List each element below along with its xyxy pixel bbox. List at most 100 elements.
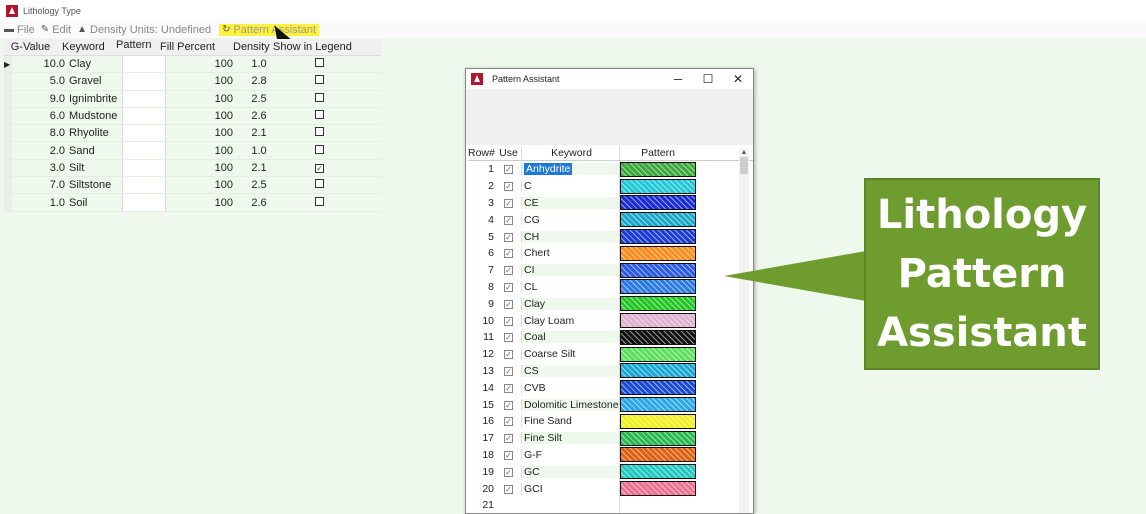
legend-checkbox[interactable]: [315, 127, 324, 137]
cell-pattern[interactable]: [122, 107, 166, 125]
cell-keyword[interactable]: Fine Silt: [521, 432, 619, 445]
cell-fill-percent[interactable]: 100: [166, 58, 237, 70]
cell-pattern[interactable]: [619, 194, 696, 212]
use-checkbox[interactable]: ✓: [504, 266, 513, 276]
row-selector[interactable]: [4, 159, 12, 177]
col-pattern[interactable]: Pattern: [619, 146, 696, 160]
col-keyword[interactable]: Keyword: [521, 147, 619, 159]
cell-pattern[interactable]: [619, 278, 696, 296]
cell-keyword-text[interactable]: CS: [524, 365, 539, 377]
cell-keyword-text[interactable]: Dolomitic Limestone: [524, 399, 619, 411]
maximize-button[interactable]: ☐: [693, 72, 723, 86]
cell-use[interactable]: ✓: [496, 231, 521, 243]
cell-keyword[interactable]: Anhydrite: [521, 163, 619, 176]
cell-g-value[interactable]: 3.0: [12, 162, 68, 174]
cell-keyword[interactable]: CI: [521, 264, 619, 277]
pattern-swatch[interactable]: [620, 178, 696, 194]
cell-density[interactable]: 2.5: [237, 179, 281, 191]
cell-keyword-text[interactable]: CL: [524, 281, 537, 293]
pattern-swatch[interactable]: [620, 447, 696, 463]
cell-pattern[interactable]: [619, 480, 696, 497]
cell-pattern[interactable]: [619, 161, 696, 178]
cell-fill-percent[interactable]: 100: [166, 110, 237, 122]
cell-keyword[interactable]: Coarse Silt: [521, 348, 619, 361]
cell-use[interactable]: ✓: [496, 180, 521, 192]
table-row[interactable]: 20 ✓ GCI: [468, 480, 753, 497]
row-selector[interactable]: [4, 73, 12, 90]
pattern-swatch[interactable]: [620, 413, 696, 429]
col-pattern[interactable]: Pattern: [114, 39, 158, 55]
cell-keyword[interactable]: Soil: [68, 197, 122, 209]
cell-g-value[interactable]: 6.0: [12, 110, 68, 122]
use-checkbox[interactable]: ✓: [504, 434, 513, 444]
table-row[interactable]: 18 ✓ G-F: [468, 446, 753, 464]
pattern-swatch[interactable]: [620, 430, 696, 446]
cell-pattern[interactable]: [122, 90, 166, 107]
legend-checkbox[interactable]: [315, 179, 324, 189]
table-row[interactable]: 9 ✓ Clay: [468, 295, 753, 313]
cell-keyword[interactable]: Siltstone: [68, 179, 122, 191]
use-checkbox[interactable]: ✓: [504, 215, 513, 225]
cell-keyword[interactable]: Rhyolite: [68, 127, 122, 139]
legend-checkbox[interactable]: [315, 110, 324, 120]
cell-density[interactable]: 1.0: [237, 58, 281, 70]
cell-keyword-text[interactable]: Chert: [524, 247, 550, 259]
col-fill-percent[interactable]: Fill Percent: [158, 41, 229, 53]
cell-show-in-legend[interactable]: [281, 110, 381, 122]
table-row[interactable]: 5.0 Gravel 100 2.8: [4, 73, 381, 91]
col-use[interactable]: Use: [496, 147, 521, 159]
cell-density[interactable]: 2.5: [237, 93, 281, 105]
pattern-swatch[interactable]: [620, 195, 696, 211]
cell-keyword[interactable]: Clay: [68, 58, 122, 70]
row-selector[interactable]: ▶: [4, 56, 12, 73]
pattern-swatch[interactable]: [620, 161, 696, 177]
pattern-swatch[interactable]: [620, 279, 696, 295]
table-row[interactable]: 4 ✓ CG: [468, 211, 753, 229]
cell-keyword-text[interactable]: Clay: [524, 298, 545, 310]
cell-pattern[interactable]: [619, 244, 696, 262]
cell-keyword[interactable]: Mudstone: [68, 110, 122, 122]
cell-keyword-text[interactable]: CI: [524, 264, 535, 276]
cell-pattern[interactable]: [619, 295, 696, 313]
cell-g-value[interactable]: 5.0: [12, 75, 68, 87]
pattern-swatch[interactable]: [620, 363, 696, 379]
cell-pattern[interactable]: [619, 345, 696, 363]
cell-show-in-legend[interactable]: [281, 144, 381, 157]
cell-use[interactable]: ✓: [496, 315, 521, 327]
cell-keyword[interactable]: Silt: [68, 162, 122, 174]
cell-use[interactable]: ✓: [496, 197, 521, 209]
cell-density[interactable]: 2.6: [237, 110, 281, 122]
table-row[interactable]: 17 ✓ Fine Silt: [468, 429, 753, 447]
cell-keyword-text[interactable]: CE: [524, 197, 539, 209]
cell-keyword[interactable]: G-F: [521, 448, 619, 461]
table-row[interactable]: 14 ✓ CVB: [468, 379, 753, 397]
use-checkbox[interactable]: ✓: [504, 484, 513, 494]
cell-density[interactable]: 2.1: [237, 127, 281, 139]
cell-density[interactable]: 2.1: [237, 162, 281, 174]
pattern-swatch[interactable]: [620, 212, 696, 228]
cell-pattern[interactable]: [122, 142, 166, 159]
cell-use[interactable]: ✓: [496, 466, 521, 478]
legend-checkbox[interactable]: [315, 196, 324, 206]
cell-fill-percent[interactable]: 100: [166, 93, 237, 105]
cell-use[interactable]: ✓: [496, 483, 521, 495]
cell-pattern[interactable]: [619, 446, 696, 464]
cell-g-value[interactable]: 1.0: [12, 197, 68, 209]
col-keyword[interactable]: Keyword: [60, 41, 114, 53]
pattern-swatch[interactable]: [620, 380, 696, 396]
table-row[interactable]: 2 ✓ C: [468, 177, 753, 195]
cell-show-in-legend[interactable]: [281, 75, 381, 87]
table-row[interactable]: 10 ✓ Clay Loam: [468, 312, 753, 329]
cell-use[interactable]: ✓: [496, 382, 521, 394]
cell-pattern[interactable]: [619, 312, 696, 329]
cell-g-value[interactable]: 9.0: [12, 93, 68, 105]
pattern-swatch[interactable]: [620, 296, 696, 312]
cell-fill-percent[interactable]: 100: [166, 75, 237, 87]
cell-keyword-text[interactable]: G-F: [524, 449, 542, 461]
pattern-swatch[interactable]: [620, 481, 696, 497]
cell-keyword[interactable]: CH: [521, 230, 619, 243]
cell-pattern[interactable]: [619, 396, 696, 413]
table-row[interactable]: 3 ✓ CE: [468, 194, 753, 212]
pattern-swatch[interactable]: [620, 313, 696, 329]
cell-keyword[interactable]: Chert: [521, 247, 619, 260]
